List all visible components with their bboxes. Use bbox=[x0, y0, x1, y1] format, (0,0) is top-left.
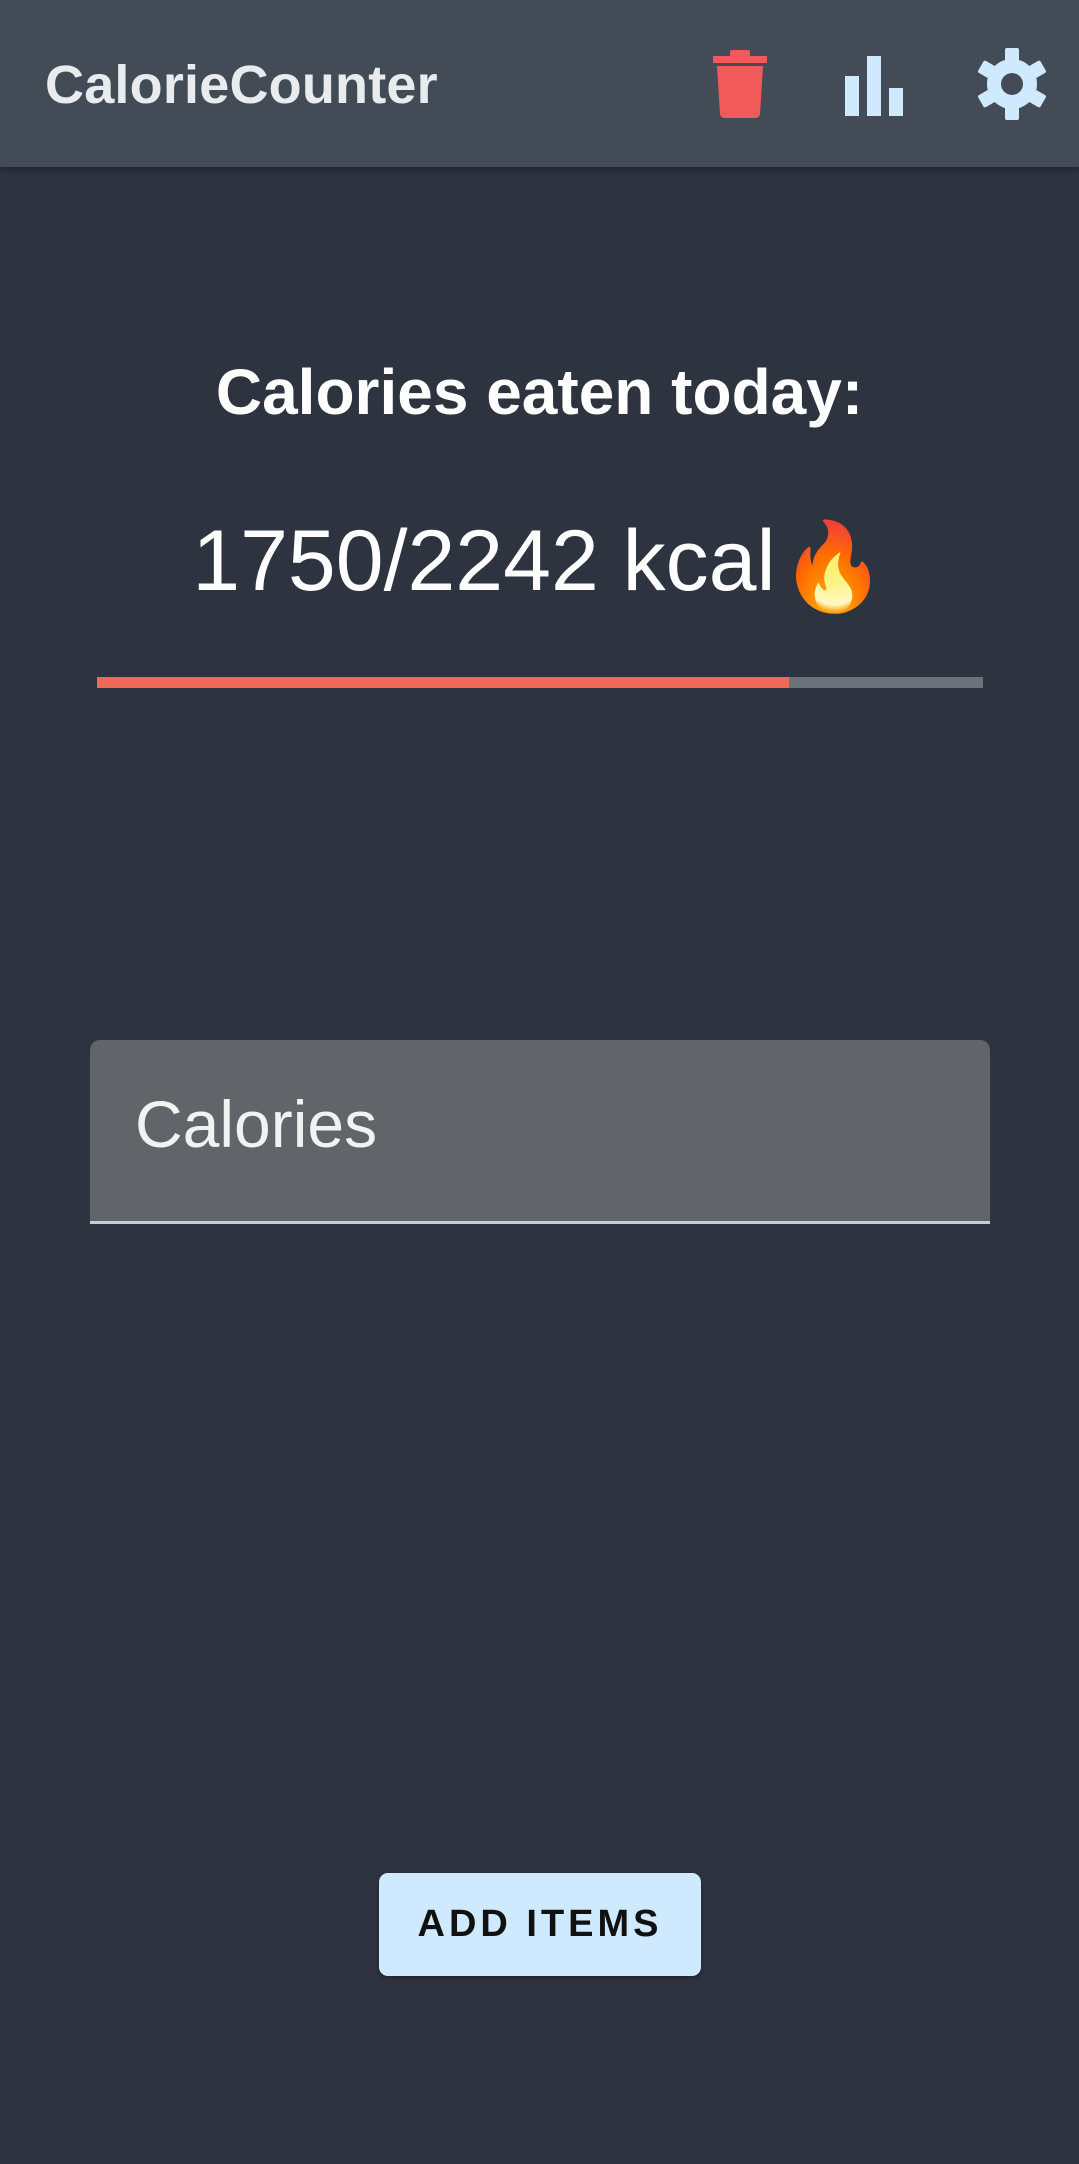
bar-chart-icon bbox=[845, 56, 903, 116]
settings-button[interactable] bbox=[972, 44, 1052, 124]
calories-heading: Calories eaten today: bbox=[215, 356, 864, 428]
calorie-progress-bar bbox=[97, 677, 983, 688]
app-bar: CalorieCounter bbox=[0, 0, 1079, 167]
trash-icon bbox=[713, 50, 767, 118]
calorie-count-text: 1750/2242 kcal bbox=[192, 513, 776, 609]
calorie-progress-fill bbox=[97, 677, 789, 688]
calories-input[interactable] bbox=[135, 1084, 935, 1164]
delete-button[interactable] bbox=[700, 44, 780, 124]
fire-icon: 🔥 bbox=[779, 519, 887, 615]
calorie-count: 1750/2242 kcal🔥 bbox=[0, 518, 1079, 610]
calories-field[interactable] bbox=[90, 1040, 990, 1224]
gear-icon bbox=[978, 48, 1046, 120]
statistics-button[interactable] bbox=[835, 44, 915, 124]
add-items-button[interactable]: ADD ITEMS bbox=[379, 1873, 701, 1976]
app-title: CalorieCounter bbox=[45, 55, 438, 115]
